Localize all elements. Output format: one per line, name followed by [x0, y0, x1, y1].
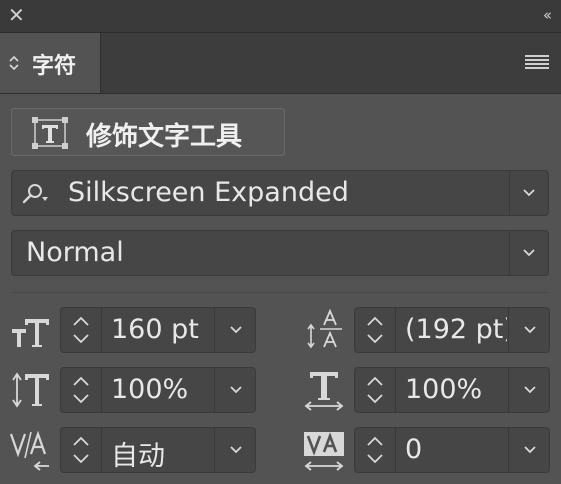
kerning-field[interactable]: 自动: [60, 427, 256, 473]
chevron-down-icon[interactable]: [229, 323, 243, 337]
tab-label: 字符: [32, 54, 77, 79]
chevron-down-icon[interactable]: [523, 323, 537, 337]
collapse-icon[interactable]: ‹‹: [543, 6, 552, 24]
tracking-field[interactable]: 0: [354, 427, 550, 473]
touch-type-tool-label: 修饰文字工具: [86, 122, 243, 152]
chevron-down-icon[interactable]: [229, 443, 243, 457]
divider: [214, 428, 215, 472]
divider: [214, 368, 215, 412]
chevron-down-icon[interactable]: [523, 443, 537, 457]
stepper-arrows-icon[interactable]: [361, 433, 389, 467]
kerning-icon: [9, 430, 49, 471]
section-divider: [11, 292, 549, 293]
leading-value[interactable]: (192 pt): [405, 314, 507, 345]
tab-character[interactable]: 字符: [0, 33, 101, 93]
font-family-dropdown[interactable]: Silkscreen Expanded: [11, 170, 549, 216]
vertical-scale-value[interactable]: 100%: [111, 374, 211, 405]
stepper-arrows-icon[interactable]: [361, 313, 389, 347]
divider: [395, 368, 396, 412]
font-style-value: Normal: [26, 237, 124, 268]
divider: [395, 428, 396, 472]
leading-icon: [307, 309, 342, 349]
search-icon[interactable]: [22, 183, 50, 205]
tracking-icon: [304, 432, 344, 471]
divider: [508, 368, 509, 412]
divider: [509, 171, 510, 215]
stepper-arrows-icon[interactable]: [67, 373, 95, 407]
horizontal-scale-icon: [304, 372, 344, 411]
stepper-arrows-icon[interactable]: [67, 433, 95, 467]
font-family-value: Silkscreen Expanded: [68, 177, 349, 208]
horizontal-scale-field[interactable]: 100%: [354, 367, 550, 413]
divider: [509, 231, 510, 275]
updown-arrows-icon: [9, 55, 19, 71]
divider: [101, 308, 102, 352]
divider: [395, 308, 396, 352]
panel-menu-icon[interactable]: [525, 54, 549, 70]
vertical-scale-icon: [12, 372, 49, 408]
panel-title-bar: ✕ ‹‹: [0, 0, 561, 33]
vertical-scale-field[interactable]: 100%: [60, 367, 256, 413]
divider: [508, 428, 509, 472]
close-icon[interactable]: ✕: [8, 4, 25, 26]
chevron-down-icon[interactable]: [522, 246, 536, 260]
divider: [214, 308, 215, 352]
divider: [101, 428, 102, 472]
divider: [508, 308, 509, 352]
stepper-arrows-icon[interactable]: [67, 313, 95, 347]
chevron-down-icon[interactable]: [523, 383, 537, 397]
panel-tab-row: 字符: [0, 33, 561, 94]
font-size-icon: [12, 319, 49, 347]
touch-type-tool-icon: [32, 117, 68, 149]
stepper-arrows-icon[interactable]: [361, 373, 389, 407]
chevron-down-icon[interactable]: [229, 383, 243, 397]
font-size-value[interactable]: 160 pt: [111, 314, 211, 345]
chevron-down-icon[interactable]: [522, 186, 536, 200]
font-style-dropdown[interactable]: Normal: [11, 230, 549, 276]
leading-field[interactable]: (192 pt): [354, 307, 550, 353]
divider: [101, 368, 102, 412]
horizontal-scale-value[interactable]: 100%: [405, 374, 507, 405]
kerning-value[interactable]: 自动: [111, 434, 211, 473]
font-size-field[interactable]: 160 pt: [60, 307, 256, 353]
touch-type-tool-button[interactable]: 修饰文字工具: [11, 108, 285, 156]
tracking-value[interactable]: 0: [405, 434, 507, 465]
